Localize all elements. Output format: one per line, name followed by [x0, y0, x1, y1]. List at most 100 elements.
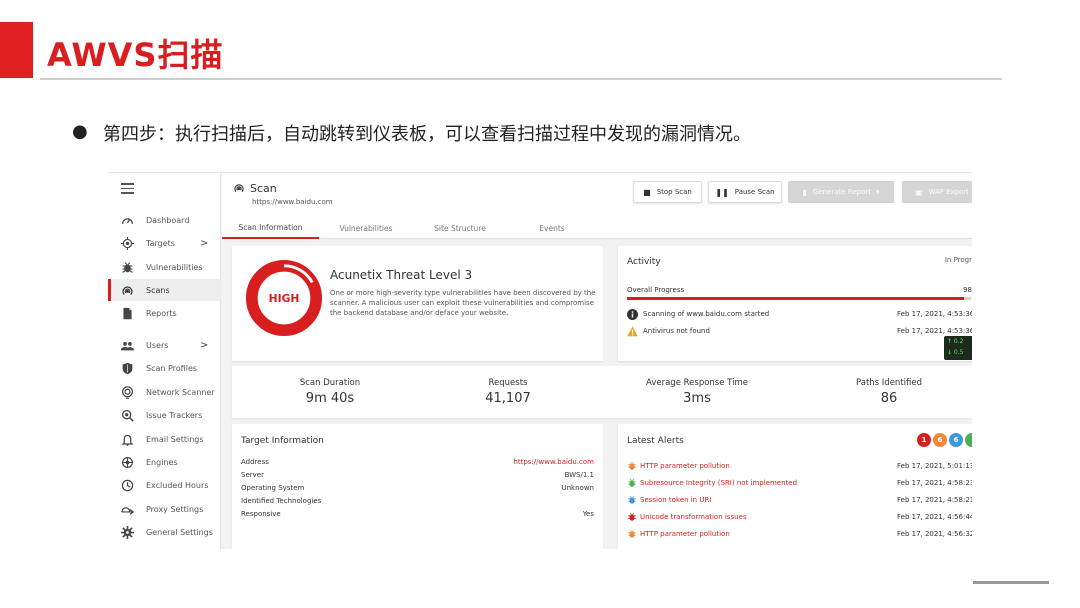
- tab-site-structure[interactable]: Site Structure: [413, 217, 507, 239]
- target-info-key: Responsive: [241, 510, 281, 518]
- sidebar-item-label: General Settings: [146, 527, 213, 537]
- stat-requests: Requests 41,107: [418, 366, 598, 406]
- sidebar-item-general-settings[interactable]: General Settings: [108, 521, 221, 543]
- sidebar-item-email-settings[interactable]: Email Settings: [108, 428, 221, 450]
- report-icon: ▮: [802, 187, 807, 197]
- stop-scan-label: Stop Scan: [656, 188, 692, 196]
- severity-high-badge[interactable]: 1: [917, 433, 931, 447]
- target-info-value: BWS/1.1: [564, 471, 594, 479]
- sidebar-item-scan-profiles[interactable]: Scan Profiles: [108, 357, 221, 379]
- alert-name: HTTP parameter pollution: [640, 530, 730, 538]
- sidebar-item-label: Network Scanner: [146, 387, 215, 397]
- sidebar-item-vulnerabilities[interactable]: Vulnerabilities: [108, 256, 221, 278]
- alert-item[interactable]: HTTP parameter pollution Feb 17, 2021, 5…: [627, 461, 972, 473]
- generate-report-button[interactable]: ▮ Generate Report ▾: [788, 181, 894, 203]
- export-icon: ▣: [914, 187, 923, 197]
- tab-vulnerabilities[interactable]: Vulnerabilities: [319, 217, 413, 239]
- stat-paths-identified: Paths Identified 86: [799, 366, 972, 406]
- tab-scan-information[interactable]: Scan Information: [222, 217, 319, 239]
- target-info-value: Unknown: [561, 484, 595, 492]
- chevron-right-icon: >: [200, 237, 209, 249]
- warning-icon: [627, 326, 638, 337]
- pause-icon: ❚❚: [715, 187, 729, 197]
- info-icon: [627, 309, 638, 320]
- alert-time: Feb 17, 2021, 5:01:13 P: [897, 462, 972, 470]
- dashboard-icon: [121, 214, 134, 227]
- waf-export-button[interactable]: ▣ WAF Export: [902, 181, 972, 203]
- severity-medium-badge[interactable]: 6: [933, 433, 947, 447]
- stat-label: Paths Identified: [856, 378, 922, 388]
- engine-icon: [121, 456, 134, 469]
- severity-low-badge[interactable]: 6: [949, 433, 963, 447]
- alert-item[interactable]: HTTP parameter pollution Feb 17, 2021, 4…: [627, 529, 972, 541]
- network-scanner-icon: [121, 385, 134, 399]
- activity-message: Scanning of www.baidu.com started: [643, 310, 770, 318]
- scan-stats-card: Scan Duration 9m 40s Requests 41,107 Ave…: [232, 366, 972, 418]
- threat-level-heading: Acunetix Threat Level 3: [330, 268, 473, 282]
- alert-time: Feb 17, 2021, 4:58:21 P: [897, 496, 972, 504]
- network-speed-widget: ↑ 0.2 ↓ 0.5: [944, 336, 972, 360]
- sidebar-item-engines[interactable]: Engines: [108, 451, 221, 473]
- report-icon: [121, 307, 134, 320]
- clock-icon: [121, 479, 134, 492]
- sidebar-item-label: Engines: [146, 457, 178, 467]
- users-icon: [121, 339, 134, 352]
- stat-label: Scan Duration: [299, 378, 361, 388]
- chevron-right-icon: >: [200, 339, 209, 351]
- sidebar-item-issue-trackers[interactable]: Issue Trackers: [108, 404, 221, 426]
- scan-title: Scan: [250, 182, 277, 195]
- scans-icon: [234, 184, 244, 193]
- severity-info-badge[interactable]: [965, 433, 972, 447]
- progress-bar-fill: [627, 297, 965, 300]
- activity-card: Activity In Progr Overall Progress 98 Sc…: [618, 246, 972, 361]
- sidebar-item-scans[interactable]: Scans: [108, 279, 221, 301]
- sidebar-item-label: Dashboard: [146, 215, 190, 225]
- stat-value: 3ms: [683, 391, 711, 406]
- sidebar-item-users[interactable]: Users >: [108, 334, 221, 356]
- bug-icon: [121, 261, 134, 274]
- awvs-screenshot: Dashboard Targets > Vulnerabilities Scan…: [108, 172, 972, 549]
- threat-level-gauge: HIGH: [245, 259, 323, 337]
- scan-tabs: Scan Information Vulnerabilities Site St…: [222, 217, 972, 239]
- upload-speed: ↑ 0.2: [947, 338, 964, 345]
- hamburger-menu-icon[interactable]: [121, 183, 134, 194]
- activity-time: Feb 17, 2021, 4:53:36 P: [897, 327, 972, 335]
- scans-icon: [121, 284, 134, 297]
- stop-scan-button[interactable]: ■ Stop Scan: [633, 181, 702, 203]
- sidebar-item-reports[interactable]: Reports: [108, 302, 221, 324]
- pause-scan-button[interactable]: ❚❚ Pause Scan: [708, 181, 782, 203]
- alert-name: HTTP parameter pollution: [640, 462, 730, 470]
- slide-divider: [40, 78, 1002, 80]
- chevron-down-icon: ▾: [876, 188, 880, 196]
- target-info-row: Address https://www.baidu.com: [241, 458, 594, 468]
- bug-icon: [628, 529, 636, 538]
- latest-alerts-card: Latest Alerts 1 6 6 HTTP parameter pollu…: [618, 424, 972, 549]
- sidebar-item-dashboard[interactable]: Dashboard: [108, 209, 221, 231]
- target-info-row: Responsive Yes: [241, 510, 594, 520]
- alert-item[interactable]: Unicode transformation issues Feb 17, 20…: [627, 512, 972, 524]
- target-address-link[interactable]: https://www.baidu.com: [513, 458, 594, 466]
- target-info-key: Identified Technologies: [241, 497, 322, 505]
- tab-events[interactable]: Events: [507, 217, 597, 239]
- stat-scan-duration: Scan Duration 9m 40s: [240, 366, 420, 406]
- activity-event: Antivirus not found Feb 17, 2021, 4:53:3…: [627, 326, 972, 338]
- target-info-key: Address: [241, 458, 269, 466]
- stat-value: 41,107: [485, 391, 531, 406]
- threat-level-card: HIGH Acunetix Threat Level 3 One or more…: [232, 246, 603, 361]
- main-content: Scan https://www.baidu.com ■ Stop Scan ❚…: [222, 173, 972, 549]
- alert-item[interactable]: Session token in URI Feb 17, 2021, 4:58:…: [627, 495, 972, 507]
- alert-item[interactable]: Subresource Integrity (SRI) not implemen…: [627, 478, 972, 490]
- sidebar-item-label: Proxy Settings: [146, 504, 204, 514]
- generate-report-label: Generate Report: [812, 188, 871, 196]
- sidebar-item-excluded-hours[interactable]: Excluded Hours: [108, 474, 221, 496]
- bullet-icon: ●: [72, 121, 88, 142]
- bug-icon: [628, 478, 636, 487]
- bug-icon: [628, 495, 636, 504]
- sidebar-item-network-scanner[interactable]: Network Scanner: [108, 381, 221, 403]
- sidebar-item-proxy-settings[interactable]: Proxy Settings: [108, 498, 221, 520]
- stat-label: Average Response Time: [646, 378, 748, 388]
- slide-title: AWVS扫描: [47, 36, 224, 74]
- sidebar-item-targets[interactable]: Targets >: [108, 232, 221, 254]
- sidebar-item-label: Scan Profiles: [146, 363, 198, 373]
- target-info-key: Operating System: [241, 484, 305, 492]
